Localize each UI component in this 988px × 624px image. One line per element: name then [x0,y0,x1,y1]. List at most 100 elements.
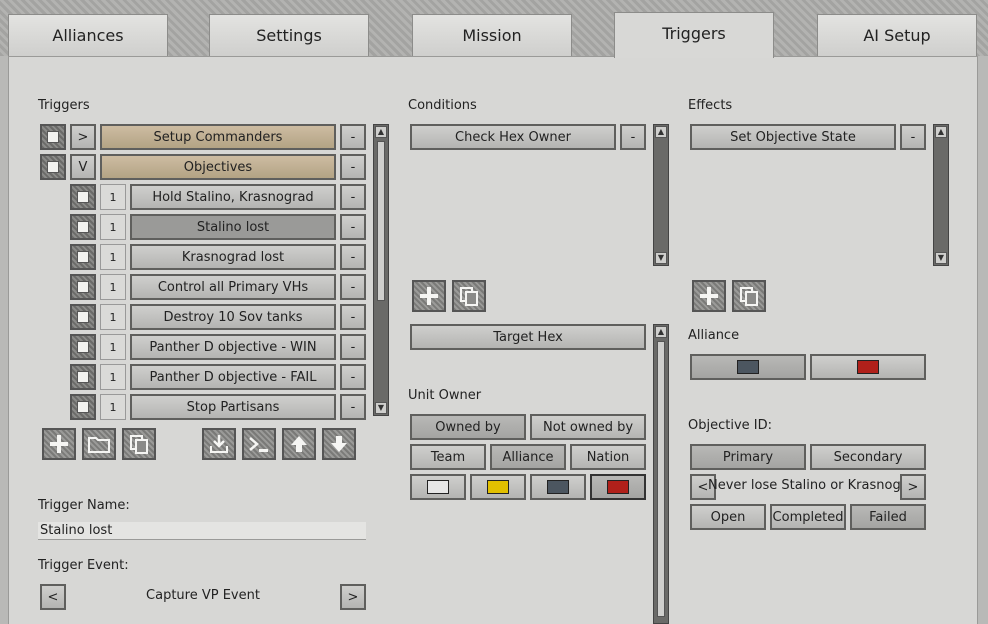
tab-triggers[interactable]: Triggers [614,12,774,58]
tab-ai-setup[interactable]: AI Setup [817,14,977,56]
group-toggle-button[interactable]: V [70,154,96,180]
trigger-item[interactable]: Panther D objective - WIN [130,334,336,360]
owner-yellow-button[interactable] [470,474,526,500]
add-group-button[interactable] [82,428,116,460]
trigger-item-selected[interactable]: Stalino lost [130,214,336,240]
trigger-checkbox[interactable] [70,274,96,300]
trigger-order-number[interactable]: 1 [100,394,126,420]
trigger-item[interactable]: Stop Partisans [130,394,336,420]
trigger-order-number[interactable]: 1 [100,214,126,240]
trigger-checkbox[interactable] [70,394,96,420]
tab-settings[interactable]: Settings [209,14,369,56]
not-owned-by-button[interactable]: Not owned by [530,414,646,440]
unit-owner-label: Unit Owner [408,388,482,403]
state-open-button[interactable]: Open [690,504,766,530]
trigger-order-number[interactable]: 1 [100,304,126,330]
owner-white-button[interactable] [410,474,466,500]
trigger-order-number[interactable]: 1 [100,184,126,210]
scroll-down-icon[interactable]: ▼ [655,252,667,264]
team-button[interactable]: Team [410,444,486,470]
conditions-scrollbar[interactable]: ▲ ▼ [653,124,669,266]
move-down-button[interactable] [322,428,356,460]
trigger-checkbox[interactable] [70,184,96,210]
effect-item[interactable]: Set Objective State [690,124,896,150]
alliance-button[interactable]: Alliance [490,444,566,470]
tab-alliances[interactable]: Alliances [8,14,168,56]
scroll-thumb[interactable] [377,141,385,301]
objective-next-button[interactable]: > [900,474,926,500]
secondary-button[interactable]: Secondary [810,444,926,470]
trigger-order-number[interactable]: 1 [100,364,126,390]
trigger-checkbox[interactable] [70,304,96,330]
trigger-checkbox[interactable] [70,244,96,270]
color-swatch [427,480,449,494]
target-hex-button[interactable]: Target Hex [410,324,646,350]
state-failed-button[interactable]: Failed [850,504,926,530]
remove-trigger-button[interactable]: - [340,364,366,390]
condition-details-scrollbar[interactable]: ▲ [653,324,669,624]
alliance-grey-button[interactable] [690,354,806,380]
trigger-checkbox[interactable] [70,334,96,360]
copy-condition-button[interactable] [452,280,486,312]
remove-effect-button[interactable]: - [900,124,926,150]
remove-trigger-button[interactable]: - [340,304,366,330]
arrow-up-icon [291,436,307,452]
trigger-order-number[interactable]: 1 [100,334,126,360]
trigger-item[interactable]: Krasnograd lost [130,244,336,270]
import-trigger-button[interactable] [202,428,236,460]
remove-condition-button[interactable]: - [620,124,646,150]
trigger-checkbox[interactable] [70,214,96,240]
tab-mission[interactable]: Mission [412,14,572,56]
effects-scrollbar[interactable]: ▲ ▼ [933,124,949,266]
remove-trigger-button[interactable]: - [340,394,366,420]
owned-by-button[interactable]: Owned by [410,414,526,440]
add-effect-button[interactable] [692,280,726,312]
trigger-checkbox[interactable] [40,124,66,150]
trigger-group-setup-commanders[interactable]: Setup Commanders [100,124,336,150]
trigger-item[interactable]: Hold Stalino, Krasnograd [130,184,336,210]
condition-item[interactable]: Check Hex Owner [410,124,616,150]
color-swatch [737,360,759,374]
remove-trigger-button[interactable]: - [340,214,366,240]
scroll-down-icon[interactable]: ▼ [375,402,387,414]
remove-trigger-button[interactable]: - [340,244,366,270]
remove-trigger-button[interactable]: - [340,154,366,180]
trigger-item[interactable]: Control all Primary VHs [130,274,336,300]
trigger-name-input[interactable]: Stalino lost [38,522,366,540]
state-completed-button[interactable]: Completed [770,504,846,530]
script-trigger-button[interactable] [242,428,276,460]
owner-red-button[interactable] [590,474,646,500]
trigger-checkbox[interactable] [40,154,66,180]
copy-trigger-button[interactable] [122,428,156,460]
add-trigger-button[interactable] [42,428,76,460]
move-up-button[interactable] [282,428,316,460]
scroll-up-icon[interactable]: ▲ [375,126,387,138]
trigger-order-number[interactable]: 1 [100,274,126,300]
event-prev-button[interactable]: < [40,584,66,610]
trigger-group-objectives[interactable]: Objectives [100,154,336,180]
trigger-checkbox[interactable] [70,364,96,390]
color-swatch [487,480,509,494]
triggers-scrollbar[interactable]: ▲ ▼ [373,124,389,416]
scroll-up-icon[interactable]: ▲ [655,126,667,138]
remove-trigger-button[interactable]: - [340,184,366,210]
owner-grey-button[interactable] [530,474,586,500]
add-condition-button[interactable] [412,280,446,312]
trigger-item[interactable]: Destroy 10 Sov tanks [130,304,336,330]
scroll-up-icon[interactable]: ▲ [935,126,947,138]
remove-trigger-button[interactable]: - [340,334,366,360]
event-next-button[interactable]: > [340,584,366,610]
primary-button[interactable]: Primary [690,444,806,470]
copy-effect-button[interactable] [732,280,766,312]
scroll-thumb[interactable] [657,341,665,617]
trigger-item[interactable]: Panther D objective - FAIL [130,364,336,390]
trigger-order-number[interactable]: 1 [100,244,126,270]
scroll-up-icon[interactable]: ▲ [655,326,667,338]
group-toggle-button[interactable]: > [70,124,96,150]
alliance-red-button[interactable] [810,354,926,380]
scroll-down-icon[interactable]: ▼ [935,252,947,264]
trigger-event-value: Capture VP Event [146,588,260,603]
remove-trigger-button[interactable]: - [340,124,366,150]
nation-button[interactable]: Nation [570,444,646,470]
remove-trigger-button[interactable]: - [340,274,366,300]
